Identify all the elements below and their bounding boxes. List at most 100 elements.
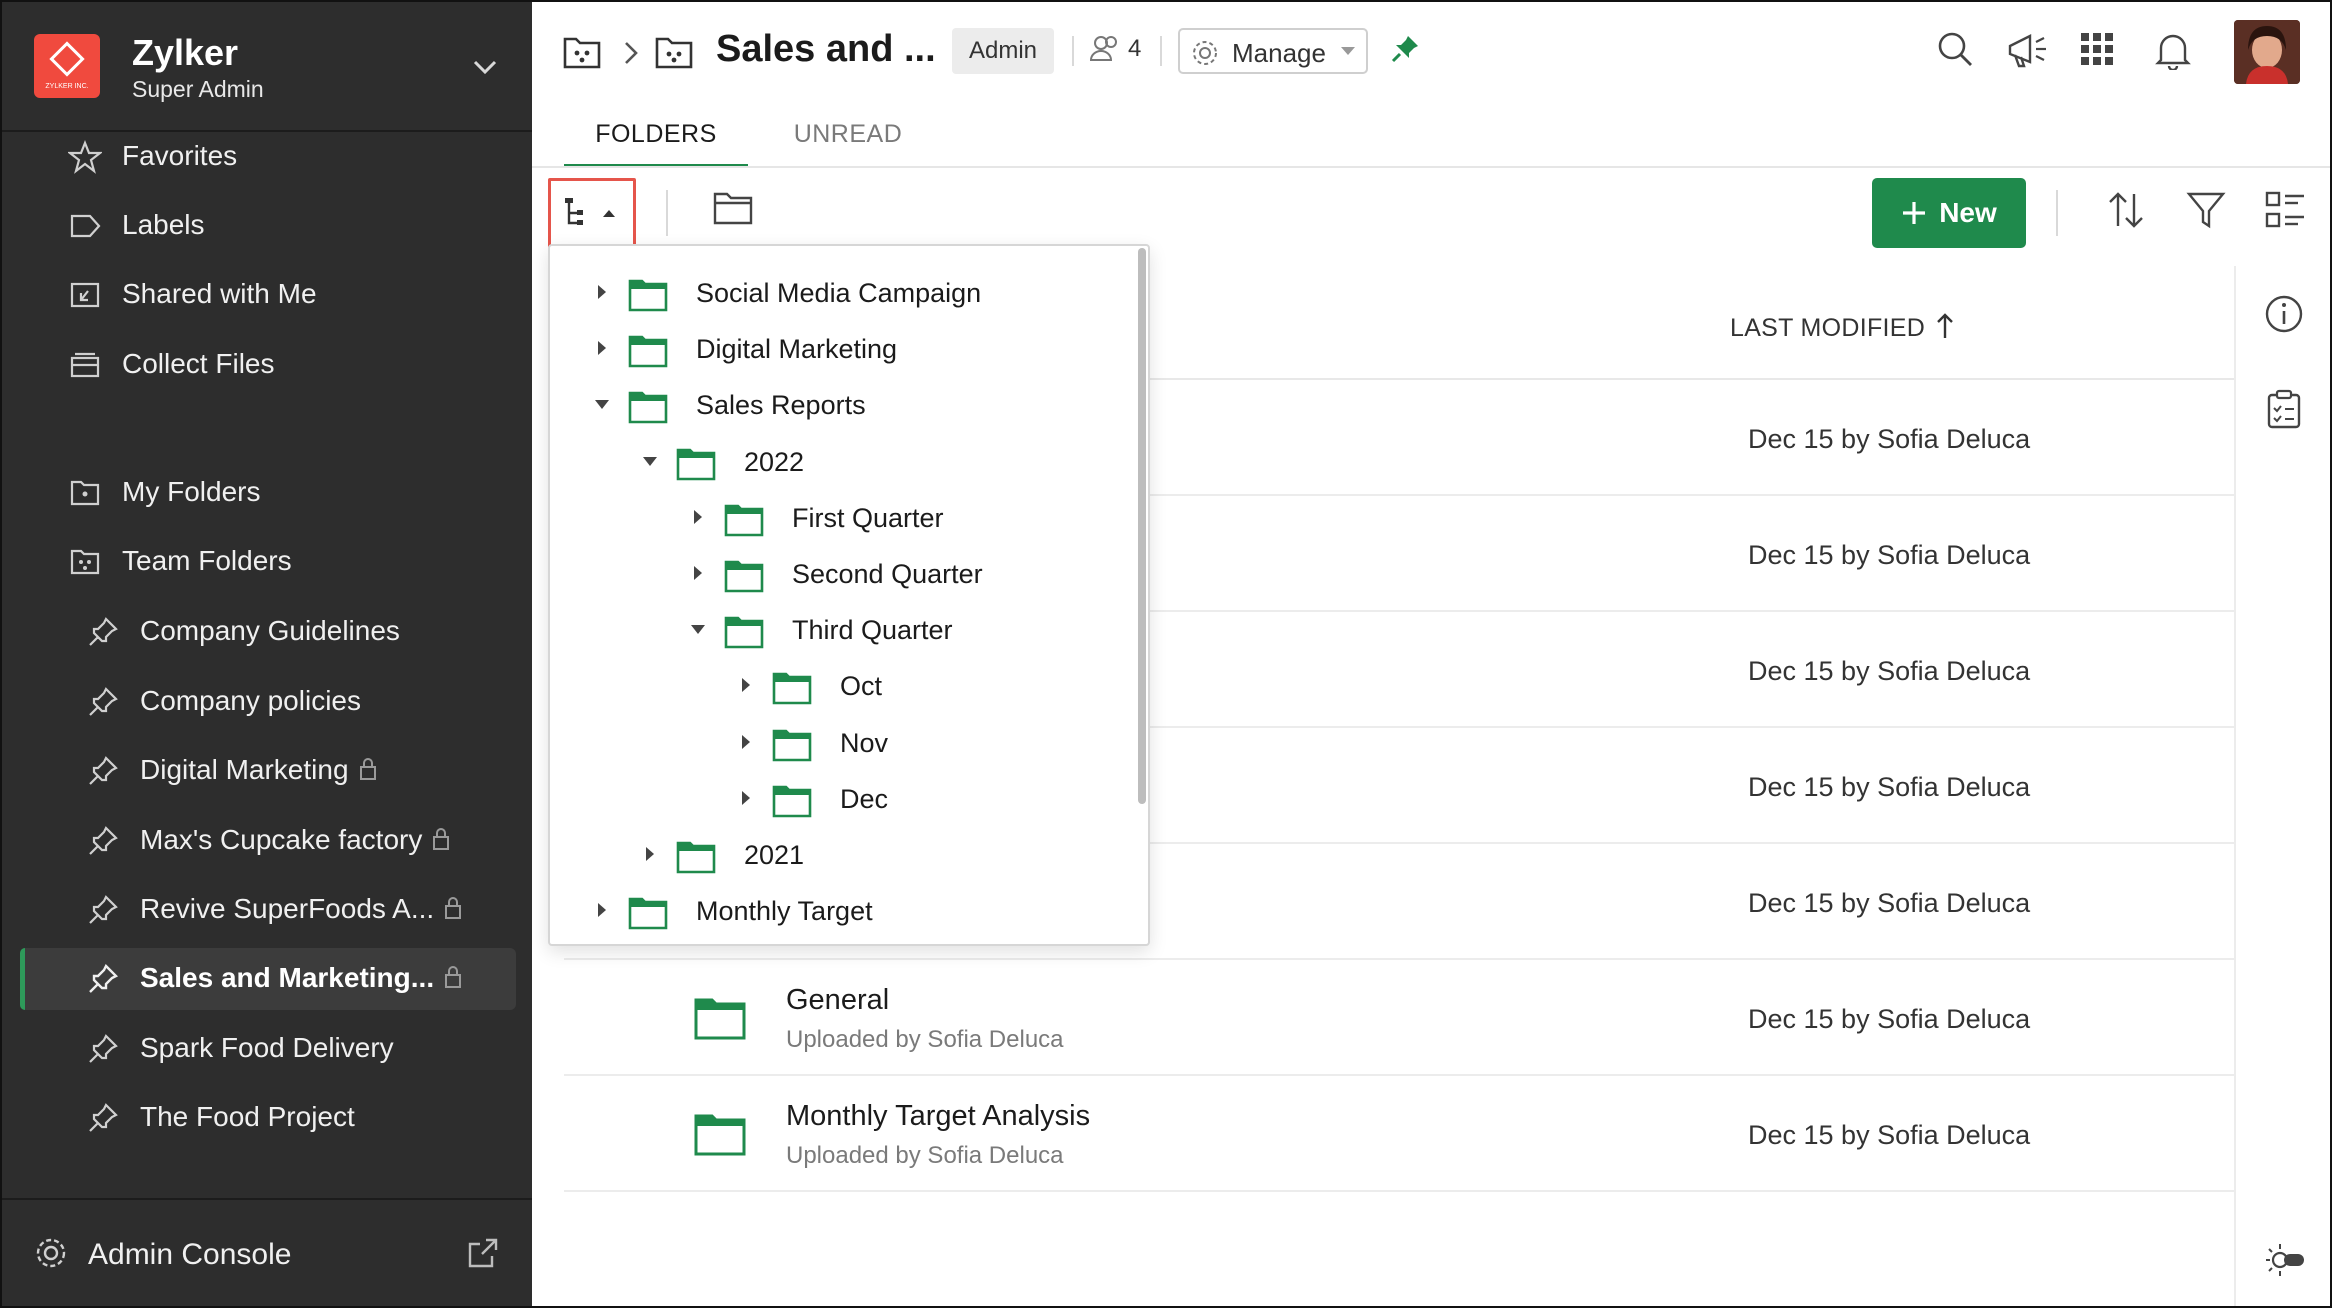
sidebar-item-sales-and-marketing[interactable]: Sales and Marketing... <box>20 948 516 1010</box>
tree-node-label: 2021 <box>744 840 805 870</box>
tree-node-label: 2022 <box>744 446 805 477</box>
org-switcher[interactable]: ZYLKER INC. Zylker Super Admin <box>2 2 532 132</box>
sidebar-item-digital-marketing[interactable]: Digital Marketing <box>20 740 516 802</box>
sidebar-item-text: Digital Marketing <box>140 754 377 786</box>
caret-down-icon[interactable] <box>642 453 658 469</box>
folder-tree-dropdown: Social Media Campaign Digital Marketing Sa… <box>548 244 1150 946</box>
theme-toggle-icon[interactable] <box>2264 1240 2306 1280</box>
sidebar-item-labels[interactable]: Labels <box>20 195 516 257</box>
gear-icon <box>36 1238 66 1268</box>
search-icon[interactable] <box>1936 30 1974 68</box>
tree-node[interactable]: Nov <box>550 716 1110 772</box>
announcement-icon[interactable] <box>2006 30 2050 70</box>
sidebar: ZYLKER INC. Zylker Super Admin Favorites… <box>2 2 532 1306</box>
label-icon <box>70 214 101 238</box>
avatar[interactable] <box>2234 20 2300 84</box>
tree-node[interactable]: Second Quarter <box>550 547 1110 603</box>
sort-icon[interactable] <box>2106 190 2146 230</box>
sidebar-item-label: Company policies <box>140 685 361 716</box>
chevron-down-icon[interactable] <box>472 58 498 76</box>
sidebar-item-company-policies[interactable]: Company policies <box>20 671 516 733</box>
sidebar-item-revive-superfoods[interactable]: Revive SuperFoods A... <box>20 879 516 941</box>
folder-tree-toggle-button[interactable] <box>548 178 636 248</box>
pin-icon[interactable] <box>1390 34 1420 64</box>
my-folders-icon <box>70 480 100 506</box>
folder-icon <box>628 335 668 368</box>
tree-node[interactable]: Dec <box>550 772 1110 828</box>
tree-node[interactable]: Social Media Campaign <box>550 266 1110 322</box>
table-row[interactable]: General Uploaded by Sofia Deluca Dec 15 … <box>564 960 2234 1076</box>
tab-unread[interactable]: UNREAD <box>760 102 936 166</box>
sidebar-item-shared-with-me[interactable]: Shared with Me <box>20 264 516 326</box>
column-header-last-modified[interactable]: LAST MODIFIED <box>1730 312 1955 343</box>
modified-text: Dec 15 by Sofia Deluca <box>1748 656 2031 686</box>
caret-right-icon[interactable] <box>594 902 610 918</box>
sidebar-item-label: The Food Project <box>140 1101 355 1132</box>
folder-icon[interactable] <box>654 34 694 70</box>
external-link-icon[interactable] <box>466 1236 500 1270</box>
bell-icon[interactable] <box>2154 30 2192 70</box>
caret-right-icon[interactable] <box>738 734 754 750</box>
sidebar-item-the-food-project[interactable]: The Food Project <box>20 1087 516 1149</box>
sidebar-item-my-folders[interactable]: My Folders <box>20 462 516 524</box>
plus-icon <box>1903 202 1926 224</box>
avatar-image <box>2234 20 2300 84</box>
table-row[interactable]: Monthly Target Analysis Uploaded by Sofi… <box>564 1076 2234 1192</box>
scrollbar[interactable] <box>1138 248 1146 804</box>
caret-right-icon[interactable] <box>738 677 754 693</box>
caret-right-icon[interactable] <box>690 565 706 581</box>
clipboard-checklist-icon[interactable] <box>2264 388 2304 430</box>
admin-console-link[interactable]: Admin Console <box>2 1198 532 1306</box>
caret-right-icon[interactable] <box>594 284 610 300</box>
tree-node[interactable]: Oct <box>550 659 1110 715</box>
info-icon[interactable] <box>2264 294 2304 334</box>
tab-folders[interactable]: FOLDERS <box>564 102 748 168</box>
new-button[interactable]: New <box>1872 178 2026 248</box>
team-folders-icon[interactable] <box>562 34 602 70</box>
filter-icon[interactable] <box>2186 190 2226 230</box>
folder-icon[interactable] <box>712 190 754 226</box>
caret-right-icon[interactable] <box>594 340 610 356</box>
tree-node[interactable]: 2022 <box>550 435 1110 491</box>
caret-down-icon <box>1341 47 1355 55</box>
apps-grid-icon[interactable] <box>2078 30 2116 68</box>
sidebar-item-company-guidelines[interactable]: Company Guidelines <box>20 601 516 663</box>
tree-node[interactable]: Third Quarter <box>550 603 1110 659</box>
caret-right-icon[interactable] <box>690 509 706 525</box>
caret-right-icon[interactable] <box>738 790 754 806</box>
sidebar-item-maxs-cupcake-factory[interactable]: Max's Cupcake factory <box>20 810 516 872</box>
tree-node-label: Second Quarter <box>792 559 983 589</box>
divider <box>666 190 668 236</box>
tree-node[interactable]: Sales Reports <box>550 378 1110 434</box>
caret-down-icon[interactable] <box>690 621 706 637</box>
tree-node-label: Nov <box>840 727 889 758</box>
caret-right-icon[interactable] <box>642 846 658 862</box>
sidebar-item-team-folders[interactable]: Team Folders <box>20 531 516 593</box>
tree-node-label: First Quarter <box>792 502 944 533</box>
tree-node[interactable]: Monthly Target <box>550 884 1110 940</box>
sidebar-item-spark-food-delivery[interactable]: Spark Food Delivery <box>20 1018 516 1080</box>
sidebar-item-favorites[interactable]: Favorites <box>20 126 516 188</box>
item-name: General <box>786 984 890 1016</box>
tree-node[interactable]: First Quarter <box>550 491 1110 547</box>
sidebar-item-text: Sales and Marketing... <box>140 962 462 994</box>
folder-icon <box>694 1114 746 1156</box>
item-subtitle: Uploaded by Sofia Deluca <box>786 1142 1064 1169</box>
folder-icon <box>724 616 764 649</box>
tree-node[interactable]: 2021 <box>550 828 1110 884</box>
manage-button[interactable]: Manage <box>1178 28 1368 74</box>
sidebar-item-collect-files[interactable]: Collect Files <box>20 334 516 396</box>
tree-node[interactable]: Digital Marketing <box>550 322 1110 378</box>
sidebar-item-label: Digital Marketing <box>140 754 349 785</box>
sidebar-item-label: Max's Cupcake factory <box>140 824 423 855</box>
lock-icon <box>445 966 462 988</box>
tree-node-label: Sales Reports <box>696 390 866 421</box>
pin-icon <box>89 826 118 855</box>
org-name: Zylker <box>132 32 239 73</box>
list-view-icon[interactable] <box>2264 190 2306 230</box>
caret-down-icon[interactable] <box>594 396 610 412</box>
pin-icon <box>89 756 118 785</box>
pin-icon <box>89 1034 118 1063</box>
pin-icon <box>89 687 118 716</box>
members-button[interactable]: 4 <box>1089 34 1141 63</box>
